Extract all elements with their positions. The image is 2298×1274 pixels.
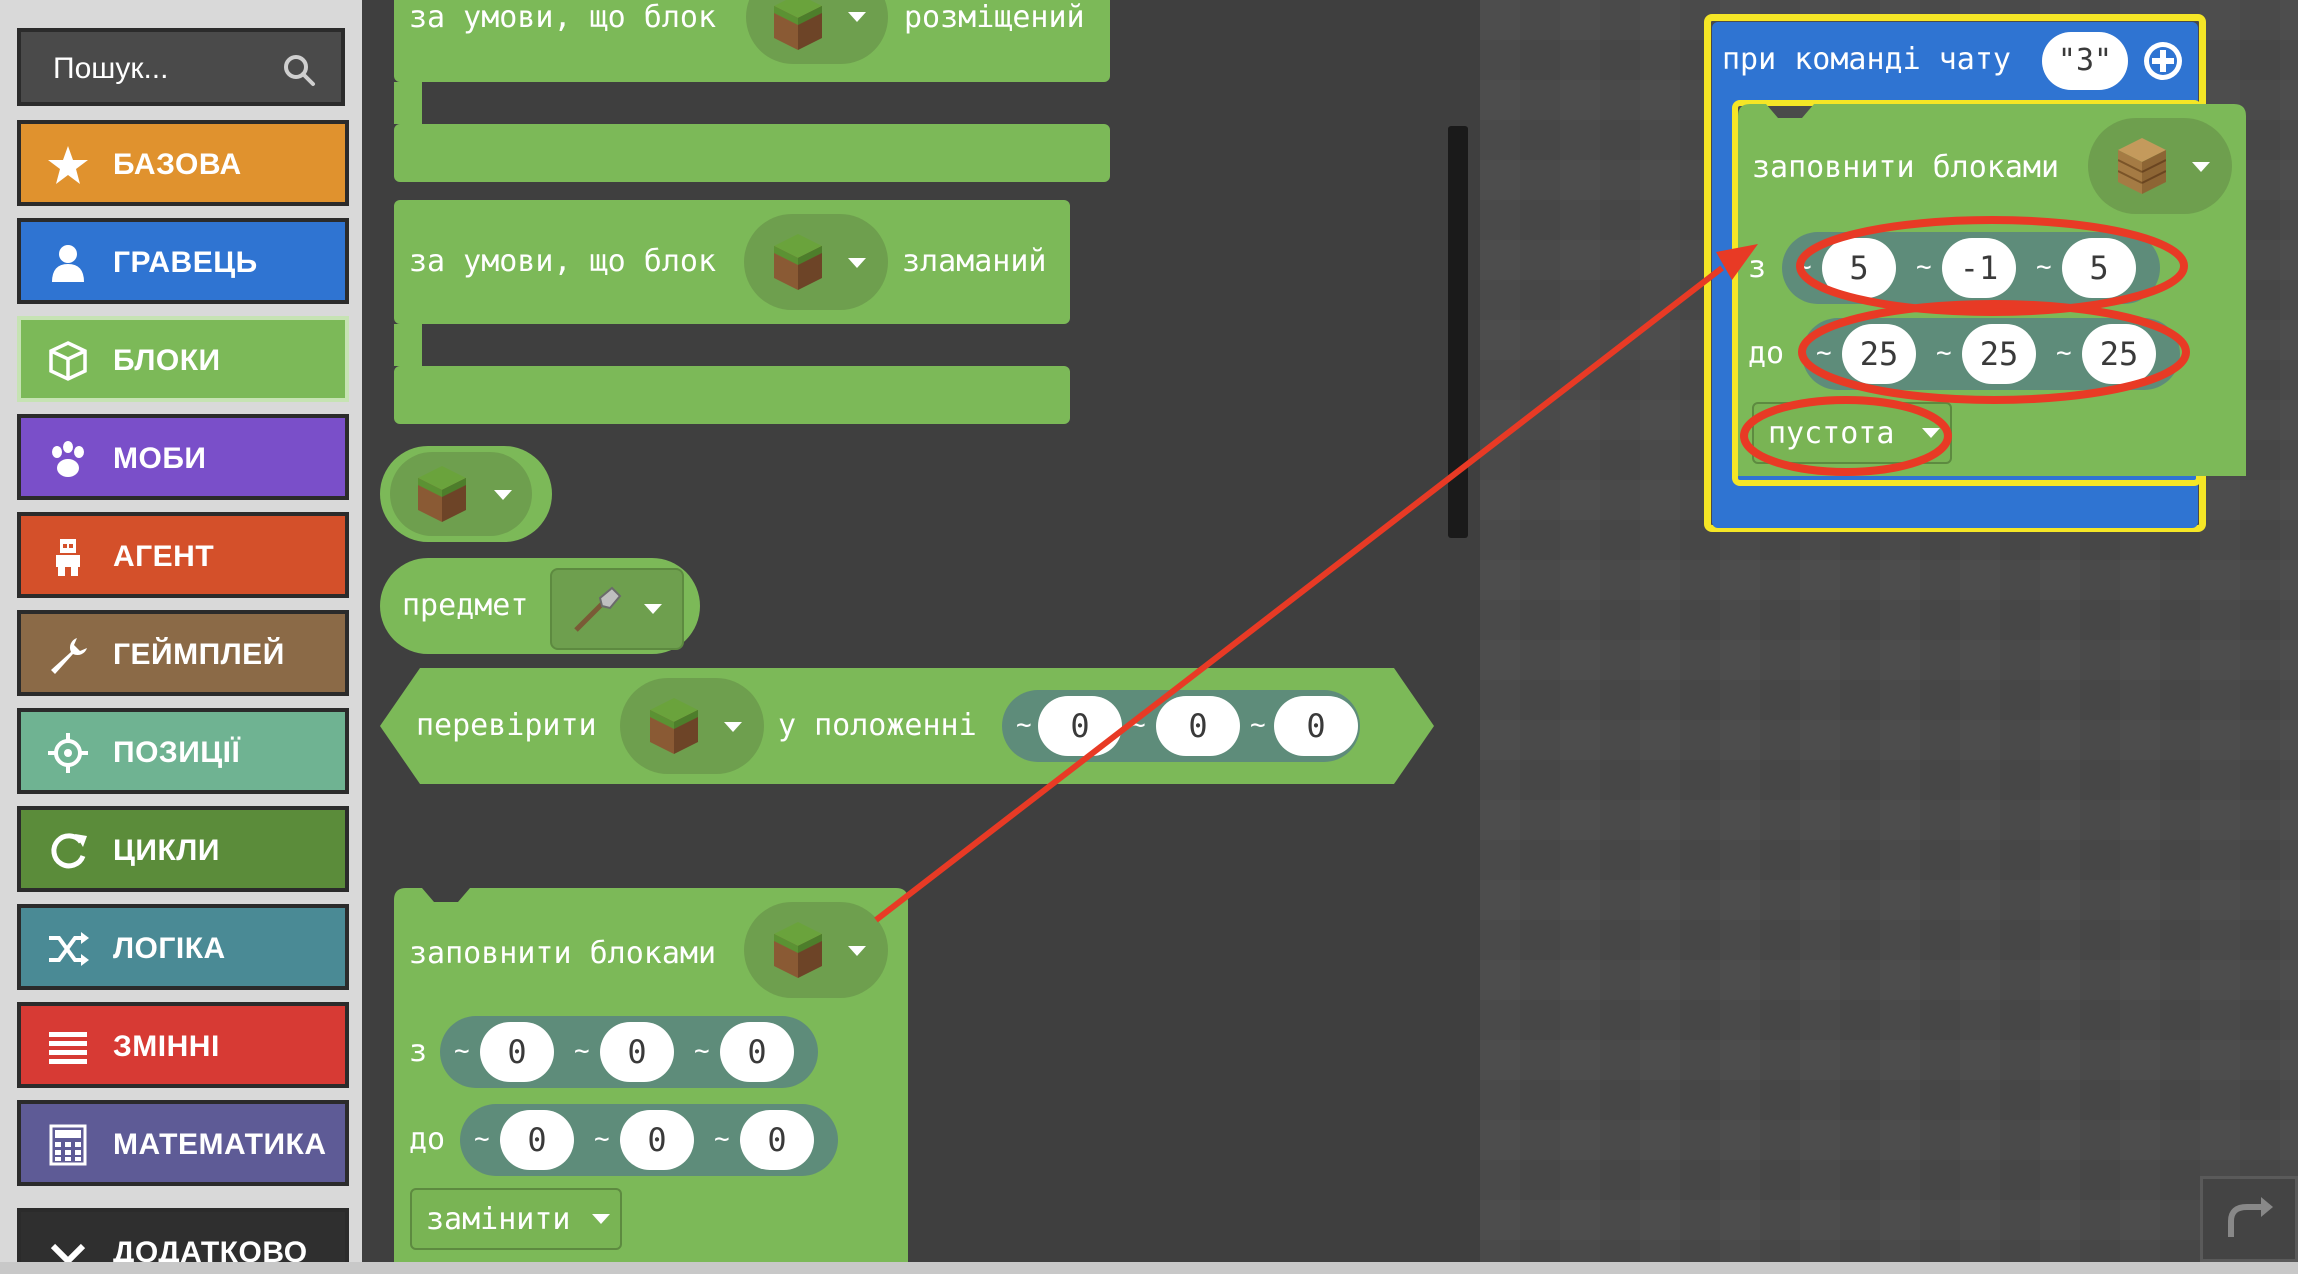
annotation-arrow-line: [874, 265, 1724, 923]
annotation-arrowhead: [1716, 244, 1758, 280]
annotation-overlay: [874, 216, 2190, 923]
undo-icon: [2228, 1197, 2273, 1237]
undo-button[interactable]: [2200, 1176, 2298, 1262]
annotation-ellipse-from: [1796, 216, 2188, 316]
annotation-ellipse-mode: [1740, 396, 1952, 476]
annotation-ellipse-to: [1798, 300, 2190, 404]
bottom-bar: [0, 1262, 2298, 1274]
